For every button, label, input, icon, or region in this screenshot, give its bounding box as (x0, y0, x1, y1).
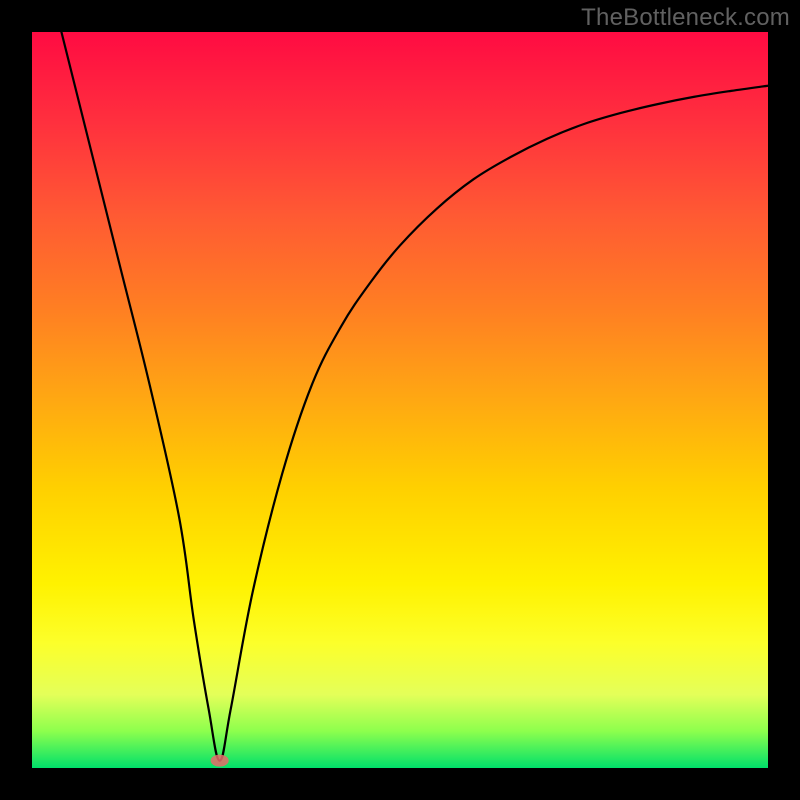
chart-frame: TheBottleneck.com (0, 0, 800, 800)
optimal-point-marker (211, 755, 229, 767)
watermark-label: TheBottleneck.com (581, 4, 790, 32)
chart-plot-area (32, 32, 768, 768)
curve-path (61, 32, 768, 761)
bottleneck-curve (32, 32, 768, 768)
